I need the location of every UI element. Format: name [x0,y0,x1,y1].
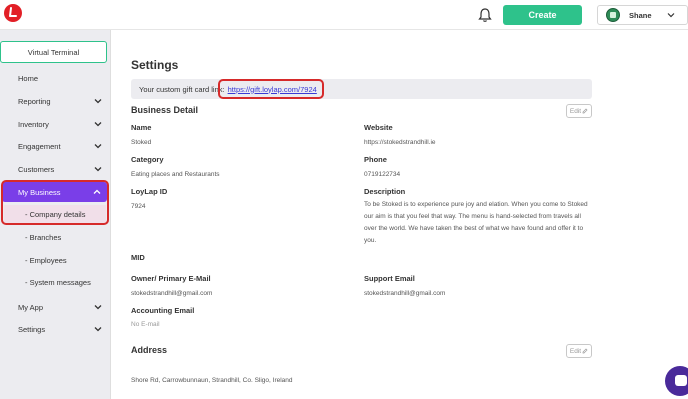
sidebar: Virtual Terminal Home Reporting Inventor… [0,30,111,399]
sidebar-subitem-branches[interactable]: - Branches [0,227,111,247]
edit-label: Edit [569,347,582,355]
edit-label: Edit [569,107,582,115]
support-email-value: stokedstrandhill@gmail.com [364,290,446,297]
chevron-down-icon [667,13,674,18]
sidebar-item-my-business[interactable]: My Business [2,182,107,202]
chevron-down-icon [94,167,102,172]
chevron-down-icon [94,305,102,310]
user-menu-button[interactable]: Shane [597,5,688,25]
sidebar-item-settings[interactable]: Settings [0,319,111,339]
support-email-label: Support Email [364,274,415,283]
owner-email-label: Owner/ Primary E-Mail [131,274,211,283]
sidebar-item-label: Inventory [18,119,49,129]
virtual-terminal-button[interactable]: Virtual Terminal [0,41,107,63]
accounting-email-value: No E-mail [131,321,160,328]
sidebar-item-label: Engagement [18,141,61,151]
phone-label: Phone [364,155,387,164]
sidebar-item-my-app[interactable]: My App [0,297,111,317]
business-detail-title: Business Detail [131,105,199,115]
accounting-email-label: Accounting Email [131,306,195,315]
pencil-icon [582,348,588,354]
sidebar-item-label: My App [18,302,44,312]
top-header: Create Shane [0,0,688,30]
loylap-logo-icon[interactable] [4,4,22,22]
description-value: To be Stoked is to experience pure joy a… [364,201,588,244]
gift-card-text: Your custom gift card link: [139,84,225,94]
sidebar-item-label: Reporting [18,96,51,106]
chevron-down-icon [94,99,102,104]
sidebar-item-label: My Business [18,187,61,197]
sidebar-item-label: Home [18,73,39,83]
gift-card-link[interactable]: https://gift.loylap.com/7924 [228,85,317,94]
sidebar-subitem-label: - Employees [25,255,67,265]
pencil-icon [582,108,588,114]
sidebar-subitem-system-messages[interactable]: - System messages [0,272,111,292]
edit-business-button[interactable]: Edit [566,104,592,118]
sidebar-item-engagement[interactable]: Engagement [0,136,111,156]
description-label: Description [364,187,406,196]
sidebar-item-customers[interactable]: Customers [0,159,111,179]
main-content: Settings Your custom gift card link: htt… [111,30,688,399]
loylap-id-value: 7924 [131,203,146,210]
website-label: Website [364,123,393,132]
avatar [606,8,620,22]
sidebar-item-reporting[interactable]: Reporting [0,91,111,111]
sidebar-subitem-company-details[interactable]: - Company details [4,205,106,223]
sidebar-subitem-label: - System messages [25,277,91,287]
chat-support-icon[interactable] [665,366,688,396]
sidebar-subitem-employees[interactable]: - Employees [0,250,111,270]
create-button[interactable]: Create [503,5,582,25]
sidebar-item-label: Customers [18,164,55,174]
loylap-id-label: LoyLap ID [131,187,168,196]
chevron-down-icon [94,327,102,332]
category-label: Category [131,155,164,164]
sidebar-item-home[interactable]: Home [0,68,111,88]
bell-icon[interactable] [478,7,492,23]
edit-address-button[interactable]: Edit [566,344,592,358]
category-value: Eating places and Restaurants [131,171,220,178]
chevron-down-icon [94,144,102,149]
website-value: https://stokedstrandhill.ie [364,139,436,146]
sidebar-subitem-label: - Branches [25,232,62,242]
owner-email-value: stokedstrandhill@gmail.com [131,290,213,297]
sidebar-item-label: Settings [18,324,46,334]
phone-value: 0719122734 [364,171,401,178]
chevron-down-icon [94,122,102,127]
sidebar-subitem-label: - Company details [25,209,86,219]
user-name: Shane [629,10,652,20]
chevron-up-icon [93,189,101,194]
address-title: Address [131,345,168,355]
page-title: Settings [131,58,179,72]
mid-label: MID [131,253,145,262]
gift-card-link-bar: Your custom gift card link: https://gift… [131,79,592,99]
name-value: Stoked [131,139,152,146]
address-value: Shore Rd, Carrowbunnaun, Strandhill, Co.… [131,377,293,384]
name-label: Name [131,123,152,132]
sidebar-item-inventory[interactable]: Inventory [0,114,111,134]
